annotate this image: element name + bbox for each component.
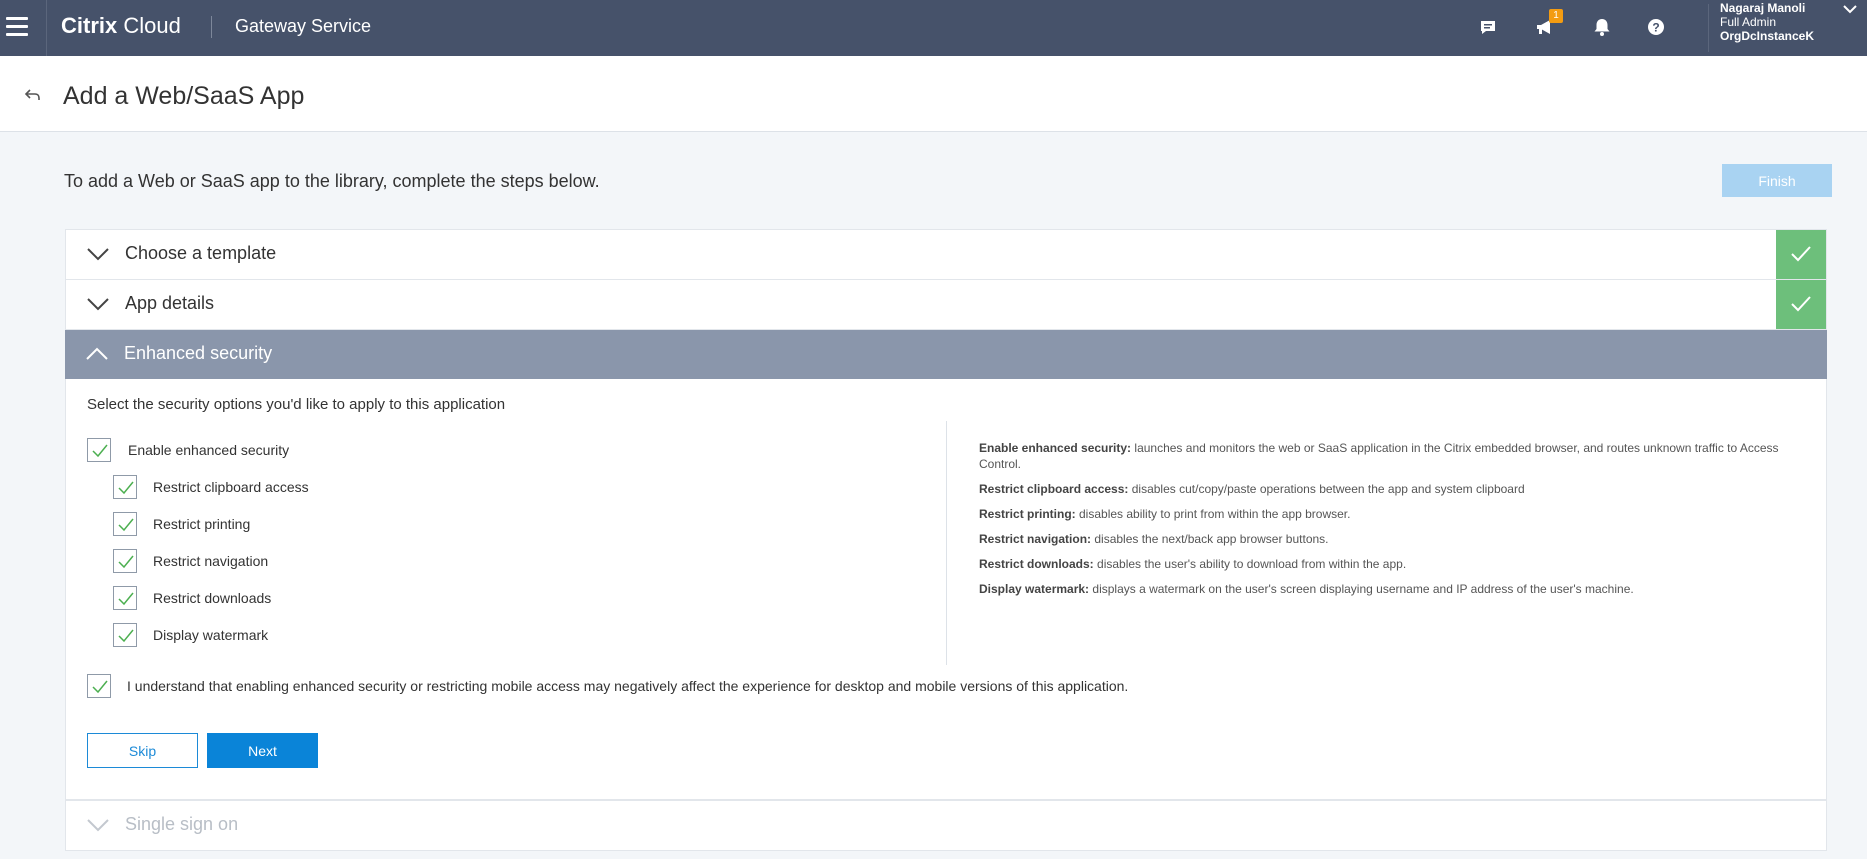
checkbox-label: Restrict clipboard access <box>153 479 309 495</box>
description-enable: Enable enhanced security: launches and m… <box>979 440 1799 472</box>
description-clipboard: Restrict clipboard access: disables cut/… <box>979 481 1799 497</box>
step-title: Enhanced security <box>124 343 273 363</box>
chevron-down-icon <box>87 819 109 832</box>
intro-text: To add a Web or SaaS app to the library,… <box>64 171 600 191</box>
enhanced-security-panel: Select the security options you'd like t… <box>65 379 1827 800</box>
service-name: Gateway Service <box>235 16 372 36</box>
description-text: displays a watermark on the user's scree… <box>1089 582 1634 596</box>
back-arrow-icon[interactable] <box>24 86 44 104</box>
description-text: disables the user's ability to download … <box>1093 557 1407 571</box>
user-org: OrgDcInstanceK <box>1720 29 1815 43</box>
help-icon[interactable]: ? <box>1643 14 1669 40</box>
description-downloads: Restrict downloads: disables the user's … <box>979 556 1799 572</box>
description-term: Display watermark: <box>979 582 1090 596</box>
description-printing: Restrict printing: disables ability to p… <box>979 506 1799 522</box>
description-watermark: Display watermark: displays a watermark … <box>979 581 1799 597</box>
description-term: Restrict clipboard access: <box>979 482 1129 496</box>
next-button[interactable]: Next <box>207 733 318 768</box>
user-role: Full Admin <box>1720 15 1777 29</box>
description-text: disables cut/copy/paste operations betwe… <box>1128 482 1525 496</box>
check-icon <box>92 680 108 694</box>
check-icon <box>118 555 134 569</box>
megaphone-icon[interactable]: 1 <box>1532 9 1563 40</box>
step-complete-check-icon <box>1776 230 1826 279</box>
brand-logo: Citrix Cloud <box>61 13 181 39</box>
notification-badge: 1 <box>1549 9 1563 23</box>
description-term: Restrict printing: <box>979 507 1076 521</box>
chevron-up-icon <box>86 347 108 360</box>
security-lead-text: Select the security options you'd like t… <box>87 396 506 413</box>
user-menu[interactable]: Nagaraj Manoli Full Admin OrgDcInstanceK <box>1720 0 1867 56</box>
bell-icon[interactable] <box>1589 14 1615 40</box>
chat-icon[interactable] <box>1475 14 1501 40</box>
brand-bold: Citrix <box>61 13 118 38</box>
checkbox-label: Display watermark <box>153 627 269 643</box>
panel-divider <box>946 421 947 665</box>
checkbox[interactable] <box>87 674 111 698</box>
description-text: disables the next/back app browser butto… <box>1091 532 1329 546</box>
step-app-details[interactable]: App details <box>65 279 1827 330</box>
skip-button[interactable]: Skip <box>87 733 198 768</box>
page-title: Add a Web/SaaS App <box>63 82 305 110</box>
chevron-down-icon <box>87 298 109 311</box>
description-navigation: Restrict navigation: disables the next/b… <box>979 531 1799 547</box>
checkbox-label: Restrict downloads <box>153 590 272 606</box>
brand-light: Cloud <box>123 13 181 38</box>
step-title: Choose a template <box>125 243 277 263</box>
checkbox-label: Enable enhanced security <box>128 442 290 458</box>
checkbox[interactable] <box>87 438 111 462</box>
check-icon <box>92 444 108 458</box>
check-icon <box>118 518 134 532</box>
checkbox[interactable] <box>113 586 137 610</box>
top-bar: Citrix Cloud Gateway Service 1 ? Nagaraj… <box>0 0 1867 56</box>
checkbox[interactable] <box>113 549 137 573</box>
description-term: Enable enhanced security: <box>979 441 1132 455</box>
description-term: Restrict downloads: <box>979 557 1094 571</box>
check-icon <box>118 592 134 606</box>
checkbox[interactable] <box>113 475 137 499</box>
user-divider <box>1708 4 1709 52</box>
description-term: Restrict navigation: <box>979 532 1092 546</box>
step-enhanced-security[interactable]: Enhanced security <box>65 330 1827 379</box>
checkbox-label: Restrict printing <box>153 516 251 532</box>
description-text: disables ability to print from within th… <box>1075 507 1351 521</box>
finish-button[interactable]: Finish <box>1722 164 1832 197</box>
chevron-down-icon <box>1843 5 1857 14</box>
step-complete-check-icon <box>1776 280 1826 329</box>
step-choose-template[interactable]: Choose a template <box>65 229 1827 280</box>
svg-text:?: ? <box>1652 21 1659 35</box>
chevron-down-icon <box>87 248 109 261</box>
step-title: App details <box>125 293 215 313</box>
check-icon <box>118 629 134 643</box>
checkbox[interactable] <box>113 623 137 647</box>
hamburger-menu-icon[interactable] <box>0 0 47 56</box>
check-icon <box>118 481 134 495</box>
step-single-sign-on: Single sign on <box>65 800 1827 851</box>
checkbox-label: Restrict navigation <box>153 553 269 569</box>
brand-divider <box>211 16 212 38</box>
checkbox-label: I understand that enabling enhanced secu… <box>127 678 1129 694</box>
checkbox[interactable] <box>113 512 137 536</box>
step-title: Single sign on <box>125 814 239 834</box>
user-name: Nagaraj Manoli <box>1720 1 1806 15</box>
page-header: Add a Web/SaaS App <box>0 56 1867 132</box>
